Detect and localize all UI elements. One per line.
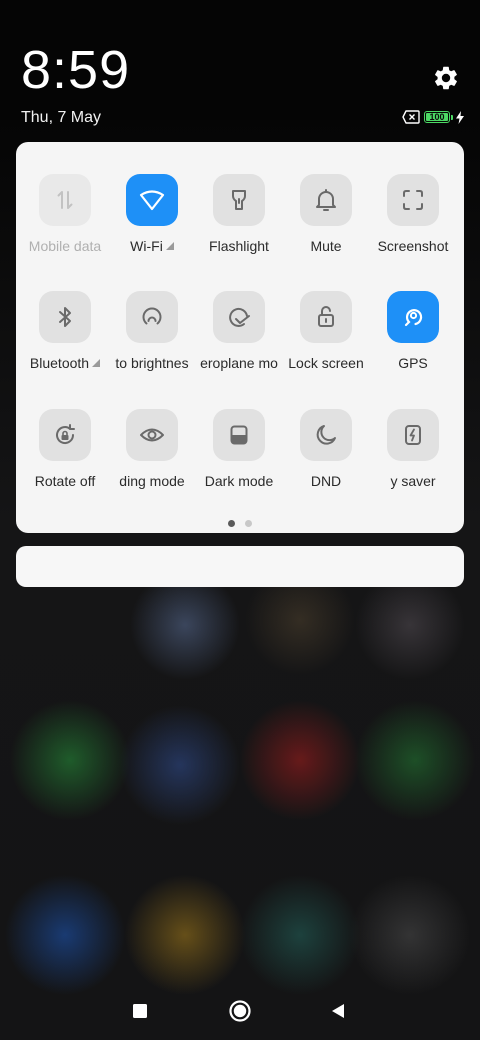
dark-mode-button[interactable] [213,409,265,461]
page-indicator[interactable] [16,520,464,527]
dark-mode-icon [230,425,248,445]
charging-icon [456,110,464,124]
wifi-icon [139,190,165,211]
lock-icon [318,306,334,327]
lock-screen-button[interactable] [300,291,352,343]
navigation-bar [0,990,480,1034]
tile-label: Rotate off [34,473,96,489]
tile-label: Bluetooth [29,355,90,371]
rotate-lock-icon [56,424,75,444]
recents-icon[interactable] [132,1003,148,1019]
tile-label: GPS [398,355,428,371]
tile-label: ding mode [119,473,185,489]
gps-icon [404,309,423,327]
reading-mode-button[interactable] [126,409,178,461]
status-icons: 100 [402,109,464,125]
mobile-data-button[interactable] [39,174,91,226]
mobile-data-icon [57,191,73,209]
screenshot-icon [403,190,423,210]
tile-label: y saver [390,473,436,489]
auto-brightness-button[interactable] [126,291,178,343]
battery-percentage: 100 [429,112,445,122]
tile-label: Mobile data [28,238,102,254]
moon-icon [316,425,336,445]
aeroplane-mode-button[interactable] [213,291,265,343]
screenshot-button[interactable] [387,174,439,226]
tile-label: Wi-Fi [130,238,163,254]
quick-settings-panel: Mobile data Wi-Fi Flashlight Mute Screen… [16,142,464,533]
tile-wifi[interactable]: Wi-Fi [106,174,198,256]
tile-flashlight[interactable]: Flashlight [193,174,285,256]
battery-icon: 100 [424,111,453,123]
tile-lock-screen[interactable]: Lock screen [280,291,372,373]
tile-aeroplane-mode[interactable]: eroplane mo [193,291,285,373]
tile-mobile-data[interactable]: Mobile data [19,174,111,256]
home-icon[interactable] [228,999,252,1023]
tile-screenshot[interactable]: Screenshot [367,174,459,256]
tile-label: Dark mode [204,473,274,489]
tile-dark-mode[interactable]: Dark mode [193,409,285,491]
flashlight-button[interactable] [213,174,265,226]
tile-label: Mute [310,238,342,254]
expand-arrow-icon[interactable] [165,242,174,250]
tile-battery-saver[interactable]: y saver [367,409,459,491]
brightness-slider[interactable] [16,546,464,587]
tile-label: Screenshot [377,238,449,254]
tile-gps[interactable]: GPS [367,291,459,373]
dnd-button[interactable] [300,409,352,461]
tile-reading-mode[interactable]: ding mode [106,409,198,491]
bluetooth-icon [59,307,71,327]
tile-mute[interactable]: Mute [280,174,372,256]
settings-icon[interactable] [432,64,460,92]
wifi-button[interactable] [126,174,178,226]
bell-icon [316,189,336,211]
date[interactable]: Thu, 7 May [21,108,101,128]
mute-button[interactable] [300,174,352,226]
battery-saver-button[interactable] [387,409,439,461]
eye-icon [140,428,164,442]
rotate-button[interactable] [39,409,91,461]
tile-bluetooth[interactable]: Bluetooth [19,291,111,373]
airplane-icon [229,307,250,327]
gps-button[interactable] [387,291,439,343]
battery-saver-icon [405,425,421,445]
tile-dnd[interactable]: DND [280,409,372,491]
tile-label: Flashlight [209,238,269,254]
flashlight-icon [232,190,246,210]
tile-auto-brightness[interactable]: to brightnes [106,291,198,373]
tile-label: eroplane mo [200,355,278,371]
tile-label: to brightnes [115,355,189,371]
tile-label: DND [310,473,342,489]
clock[interactable]: 8:59 [21,40,130,100]
auto-brightness-icon [142,307,162,325]
no-sim-icon [402,110,420,124]
page-dot-active [228,520,235,527]
expand-arrow-icon[interactable] [92,359,101,367]
tile-label: Lock screen [288,355,364,371]
bluetooth-button[interactable] [39,291,91,343]
page-dot [245,520,252,527]
tile-rotate[interactable]: Rotate off [19,409,111,491]
back-icon[interactable] [330,1003,346,1019]
